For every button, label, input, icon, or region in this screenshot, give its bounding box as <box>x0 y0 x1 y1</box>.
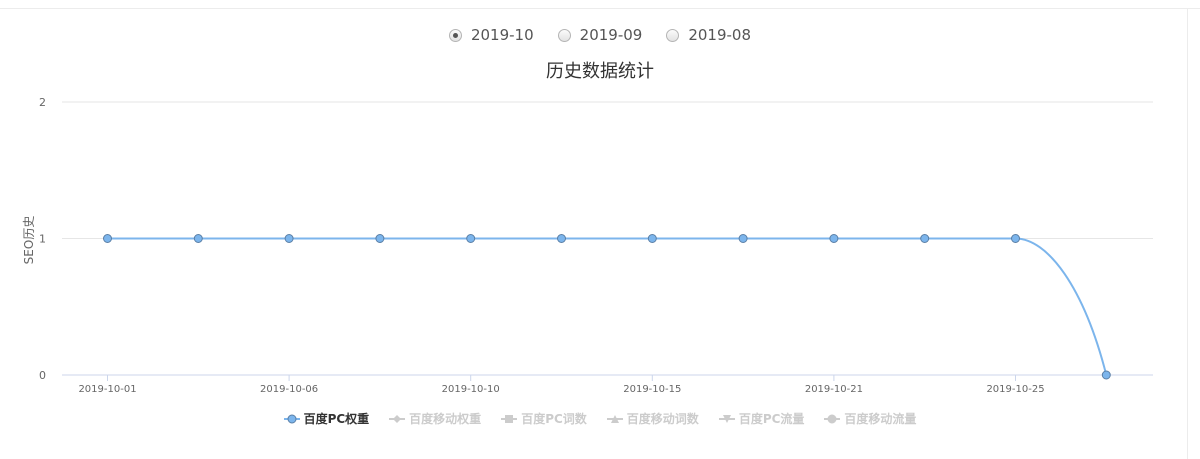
data-point <box>738 234 748 243</box>
legend-marker-icon <box>389 414 406 423</box>
line-chart: 012 2019-10-01 2019-10-06 2019-10-10 2019-1… <box>22 96 1153 395</box>
data-point <box>647 234 657 243</box>
data-point <box>466 234 476 243</box>
y-axis-label: SEO历史 <box>22 216 36 265</box>
chart-legend: 百度PC权重 百度移动权重 百度PC词数 百度移动词数 百度PC流量 百度移动流量 <box>0 410 1200 427</box>
data-point <box>284 234 294 243</box>
x-axis: 2019-10-01 2019-10-06 2019-10-10 2019-10-15… <box>78 375 1045 395</box>
legend-label: 百度移动词数 <box>626 412 699 426</box>
legend-marker-icon <box>283 414 300 423</box>
legend-item[interactable]: 百度移动词数 <box>606 410 699 427</box>
legend-marker-icon <box>606 414 623 423</box>
series-line <box>107 237 1108 376</box>
legend-item[interactable]: 百度PC流量 <box>718 410 805 427</box>
legend-item[interactable]: 百度移动权重 <box>389 410 481 427</box>
legend-label: 百度移动权重 <box>409 412 482 426</box>
legend-item[interactable]: 百度移动流量 <box>824 410 916 427</box>
x-tick-label: 2019-10-01 <box>78 384 136 395</box>
y-tick-label: 0 <box>39 369 46 382</box>
y-tick-label: 2 <box>39 96 46 109</box>
data-point <box>103 234 112 243</box>
x-tick-label: 2019-10-10 <box>442 384 500 395</box>
legend-label: 百度PC词数 <box>521 412 587 426</box>
data-point <box>920 234 930 243</box>
x-tick-label: 2019-10-06 <box>260 384 318 395</box>
data-point <box>557 234 566 243</box>
legend-item[interactable]: 百度PC词数 <box>501 410 587 427</box>
legend-label: 百度PC流量 <box>738 412 805 426</box>
legend-label: 百度PC权重 <box>303 412 370 426</box>
data-point <box>829 234 839 243</box>
data-point <box>1101 370 1111 380</box>
data-point <box>193 234 203 243</box>
legend-marker-icon <box>718 414 735 423</box>
legend-marker-icon <box>501 414 518 423</box>
data-point <box>375 234 385 243</box>
legend-marker-icon <box>824 414 841 423</box>
data-point <box>1011 234 1020 243</box>
legend-item[interactable]: 百度PC权重 <box>283 410 370 427</box>
y-tick-label: 1 <box>39 233 46 246</box>
legend-label: 百度移动流量 <box>844 412 917 426</box>
x-tick-label: 2019-10-15 <box>623 384 681 395</box>
x-tick-label: 2019-10-25 <box>986 384 1044 395</box>
series-layer <box>103 234 1111 380</box>
x-tick-label: 2019-10-21 <box>805 384 863 395</box>
y-tick-labels: 0 1 2 <box>39 96 46 382</box>
